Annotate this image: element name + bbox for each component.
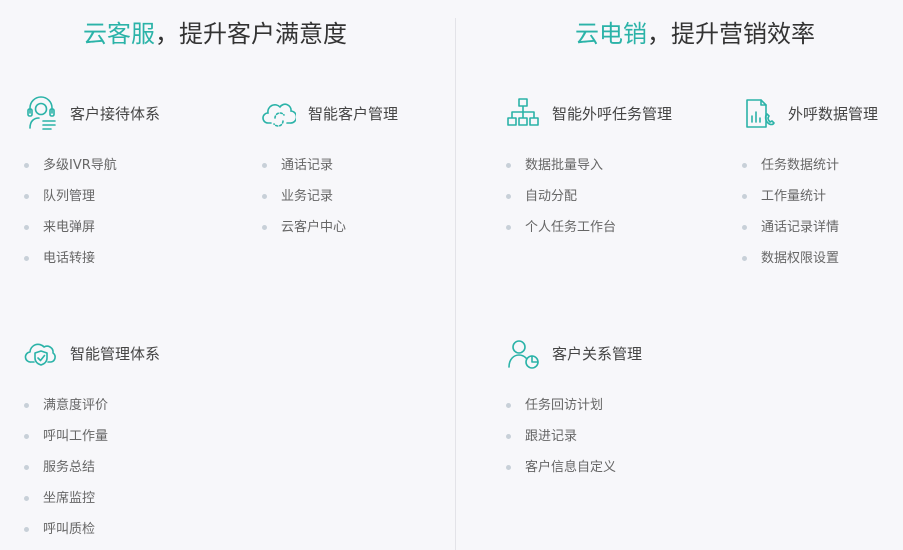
block-title-text: 客户关系管理 [552, 344, 643, 363]
block-title-text: 客户接待体系 [70, 104, 161, 123]
list-item[interactable]: 队列管理 [24, 181, 117, 212]
block-title-text: 智能外呼任务管理 [552, 104, 673, 123]
block-title-text: 智能客户管理 [308, 104, 399, 123]
block-title: 智能管理体系 [24, 336, 234, 370]
cloud-customer-service-headline: 云客服，提升客户满意度 [83, 18, 455, 50]
headline-rest: ，提升营销效率 [647, 20, 815, 48]
data-report-phone-icon [742, 96, 776, 130]
headline-accent: 云电销 [575, 20, 647, 48]
feature-list: 数据批量导入 自动分配 个人任务工作台 [506, 150, 616, 243]
list-item[interactable]: 工作量统计 [742, 181, 839, 212]
block-title: 智能外呼任务管理 [506, 96, 716, 130]
cloud-shield-icon [24, 336, 58, 370]
block-title: 客户接待体系 [24, 96, 234, 130]
list-item[interactable]: 坐席监控 [24, 483, 108, 514]
feature-list: 多级IVR导航 队列管理 来电弹屏 电话转接 [24, 150, 117, 274]
cloud-telemarketing-headline: 云电销，提升营销效率 [575, 18, 903, 50]
list-item[interactable]: 跟进记录 [506, 421, 616, 452]
list-item[interactable]: 呼叫质检 [24, 514, 108, 545]
list-item[interactable]: 个人任务工作台 [506, 212, 616, 243]
list-item[interactable]: 云客户中心 [262, 212, 346, 243]
block-outbound-data-management: 外呼数据管理 任务数据统计 工作量统计 通话记录详情 数据权限设置 [742, 96, 903, 286]
block-title: 智能客户管理 [262, 96, 472, 130]
list-item[interactable]: 客户信息自定义 [506, 452, 616, 483]
user-pie-chart-icon [506, 336, 540, 370]
list-item[interactable]: 自动分配 [506, 181, 616, 212]
list-item[interactable]: 多级IVR导航 [24, 150, 117, 181]
org-chart-icon [506, 96, 540, 130]
list-item[interactable]: 业务记录 [262, 181, 346, 212]
list-item[interactable]: 呼叫工作量 [24, 421, 108, 452]
block-outbound-task-management: 智能外呼任务管理 数据批量导入 自动分配 个人任务工作台 [506, 96, 716, 256]
list-item[interactable]: 数据批量导入 [506, 150, 616, 181]
block-smart-management: 智能管理体系 满意度评价 呼叫工作量 服务总结 坐席监控 呼叫质检 [24, 336, 234, 550]
block-smart-customer-management: 智能客户管理 通话记录 业务记录 云客户中心 [262, 96, 472, 256]
feature-list: 任务回访计划 跟进记录 客户信息自定义 [506, 390, 616, 483]
list-item[interactable]: 电话转接 [24, 243, 117, 274]
customer-service-headset-icon [24, 96, 58, 130]
block-title: 客户关系管理 [506, 336, 716, 370]
block-title-text: 外呼数据管理 [788, 104, 879, 123]
list-item[interactable]: 任务回访计划 [506, 390, 616, 421]
feature-list: 通话记录 业务记录 云客户中心 [262, 150, 346, 243]
list-item[interactable]: 数据权限设置 [742, 243, 839, 274]
feature-list: 任务数据统计 工作量统计 通话记录详情 数据权限设置 [742, 150, 839, 274]
list-item[interactable]: 通话记录 [262, 150, 346, 181]
block-title: 外呼数据管理 [742, 96, 903, 130]
list-item[interactable]: 通话记录详情 [742, 212, 839, 243]
list-item[interactable]: 任务数据统计 [742, 150, 839, 181]
block-customer-relationship-management: 客户关系管理 任务回访计划 跟进记录 客户信息自定义 [506, 336, 716, 496]
list-item[interactable]: 满意度评价 [24, 390, 108, 421]
block-title-text: 智能管理体系 [70, 344, 161, 363]
headline-accent: 云客服 [83, 20, 155, 48]
list-item[interactable]: 服务总结 [24, 452, 108, 483]
block-customer-reception: 客户接待体系 多级IVR导航 队列管理 来电弹屏 电话转接 [24, 96, 234, 286]
headline-rest: ，提升客户满意度 [155, 20, 347, 48]
cloud-sync-icon [262, 96, 296, 130]
feature-list: 满意度评价 呼叫工作量 服务总结 坐席监控 呼叫质检 [24, 390, 108, 545]
cloud-customer-service-column: 云客服，提升客户满意度 客户接待体系 多级IVR导航 队列管理 来电弹屏 电话转… [0, 0, 455, 550]
list-item[interactable]: 来电弹屏 [24, 212, 117, 243]
cloud-telemarketing-column: 云电销，提升营销效率 智能外呼任务管理 数据批量导入 自动分配 个人任务工作台 [456, 0, 903, 550]
